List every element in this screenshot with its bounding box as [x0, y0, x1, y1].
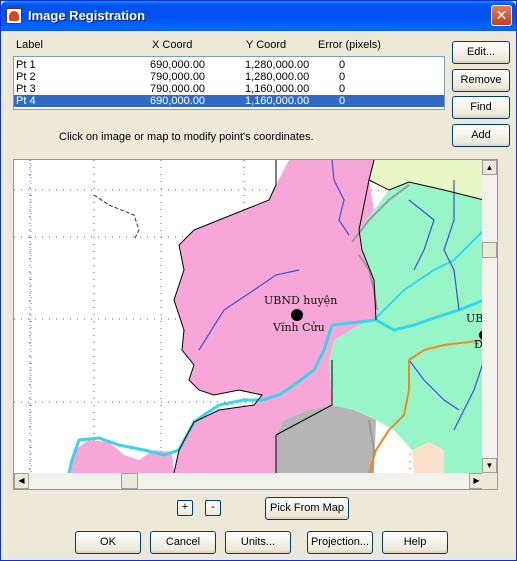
- header-label: Label: [16, 39, 43, 51]
- header-y-coord: Y Coord: [246, 39, 287, 51]
- map-image[interactable]: [14, 160, 484, 473]
- hint-text: Click on image or map to modify point's …: [59, 131, 314, 143]
- ubnd-vinh-cuu-marker: [291, 309, 303, 321]
- title-bar[interactable]: Image Registration ✕: [1, 1, 516, 31]
- add-button[interactable]: Add: [452, 124, 510, 147]
- projection-button[interactable]: Projection...: [307, 531, 373, 554]
- zoom-in-button[interactable]: +: [177, 500, 193, 516]
- header-error: Error (pixels): [318, 39, 381, 51]
- list-item[interactable]: Pt 2 790,000.00 1,280,000.00 0: [14, 71, 444, 83]
- horizontal-scroll-thumb[interactable]: [121, 473, 138, 489]
- remove-button[interactable]: Remove: [452, 69, 510, 92]
- list-item[interactable]: Pt 1 690,000.00 1,280,000.00 0: [14, 59, 444, 71]
- scroll-down-icon[interactable]: ▼: [482, 458, 497, 473]
- map-label-place1-line1: UBND huyện: [264, 294, 338, 307]
- units-button[interactable]: Units...: [225, 531, 291, 554]
- header-x-coord: X Coord: [152, 39, 193, 51]
- find-button[interactable]: Find: [452, 96, 510, 119]
- scroll-up-icon[interactable]: ▲: [482, 160, 497, 175]
- pick-from-map-button[interactable]: Pick From Map: [265, 497, 349, 520]
- edit-button[interactable]: Edit...: [452, 41, 510, 64]
- vertical-scrollbar[interactable]: ▲ ▼: [482, 160, 497, 473]
- horizontal-scrollbar[interactable]: ◀ ▶: [14, 473, 484, 489]
- map-view[interactable]: UBND huyện Vĩnh Cửu UBND Địah ▲ ▼ ◀ ▶: [13, 159, 498, 490]
- close-button[interactable]: ✕: [491, 5, 512, 26]
- list-header: Label X Coord Y Coord Error (pixels): [1, 39, 446, 55]
- help-button[interactable]: Help: [382, 531, 448, 554]
- window-title: Image Registration: [28, 8, 146, 23]
- cancel-button[interactable]: Cancel: [150, 531, 216, 554]
- map-label-place1-line2: Vĩnh Cửu: [273, 321, 325, 334]
- list-item-selected[interactable]: Pt 4 690,000.00 1,160,000.00 0: [14, 95, 444, 107]
- close-icon: ✕: [495, 7, 508, 23]
- app-icon: [6, 8, 22, 24]
- scroll-left-icon[interactable]: ◀: [14, 473, 29, 489]
- vertical-scroll-thumb[interactable]: [482, 242, 497, 258]
- list-item[interactable]: Pt 3 790,000.00 1,160,000.00 0: [14, 83, 444, 95]
- control-point-list[interactable]: Pt 1 690,000.00 1,280,000.00 0 Pt 2 790,…: [13, 56, 445, 110]
- zoom-out-button[interactable]: -: [205, 500, 221, 516]
- image-registration-dialog: Image Registration ✕ Label X Coord Y Coo…: [0, 0, 517, 561]
- scroll-corner: [482, 473, 497, 489]
- map-canvas[interactable]: UBND huyện Vĩnh Cửu UBND Địah: [14, 160, 484, 473]
- ok-button[interactable]: OK: [75, 531, 141, 554]
